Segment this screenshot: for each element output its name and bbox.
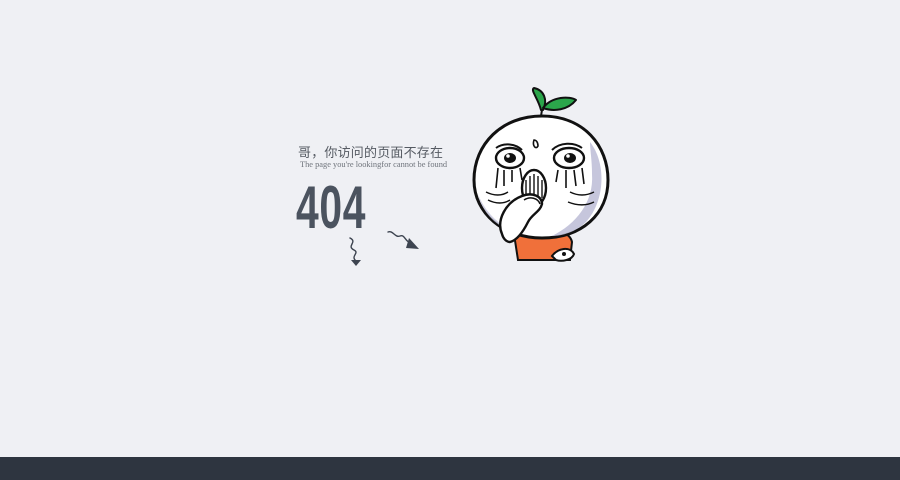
squiggle-down-arrow-icon [349, 237, 361, 266]
not-found-page: 哥，你访问的页面不存在 The page you're lookingfor c… [0, 0, 900, 480]
footer-bar [0, 457, 900, 480]
squiggle-right-arrow-icon [387, 230, 419, 249]
crying-radish-mascot [472, 87, 610, 262]
error-title: 哥，你访问的页面不存在 [298, 146, 444, 161]
error-subtitle: The page you're lookingfor cannot be fou… [300, 160, 448, 169]
error-code: 404 [296, 174, 367, 241]
